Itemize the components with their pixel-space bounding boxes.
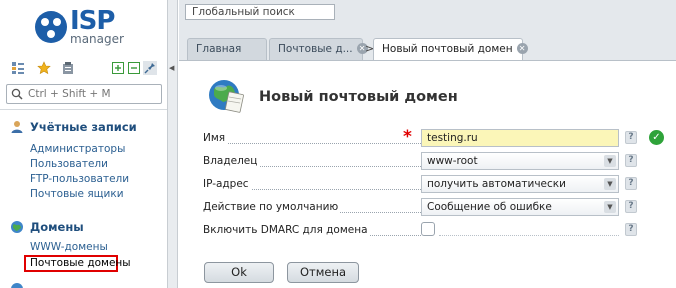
sidebar-collapse-bar[interactable]: ◀ <box>168 0 178 288</box>
help-icon[interactable]: ? <box>625 131 637 144</box>
close-icon[interactable]: ✕ <box>516 42 528 54</box>
form-row-owner: Владелец www-root ▼ ? <box>203 152 673 172</box>
ip-select-value: получить автоматически <box>427 178 566 190</box>
expand-all-icon[interactable] <box>110 60 126 76</box>
clipboard-icon[interactable] <box>60 60 76 76</box>
sidebar-group-title: Домены <box>30 220 84 234</box>
page-title: Новый почтовый домен <box>259 89 458 105</box>
field-label: Включить DMARC для домена <box>203 224 370 236</box>
help-icon[interactable]: ? <box>625 177 637 190</box>
users-icon <box>11 121 23 133</box>
tab-mail-domains[interactable]: Почтовые д... ✕ <box>269 38 368 60</box>
sidebar-group-accounts[interactable]: Учётные записи <box>10 120 137 134</box>
help-icon[interactable]: ? <box>625 154 637 167</box>
isp-manager-logo[interactable]: ISP manager <box>34 6 144 50</box>
tab-home[interactable]: Главная <box>187 38 267 60</box>
sidebar-search[interactable] <box>6 84 162 104</box>
name-input[interactable] <box>421 129 619 147</box>
ok-button[interactable]: Ok <box>204 262 274 283</box>
sidebar-group-domains[interactable]: Домены <box>10 220 84 234</box>
sidebar-toolbar <box>6 60 162 80</box>
cancel-button[interactable]: Отмена <box>287 262 359 283</box>
default-action-select[interactable]: Сообщение об ошибке ▼ <box>421 198 619 216</box>
form-row-default-action: Действие по умолчанию Сообщение об ошибк… <box>203 198 673 218</box>
help-icon[interactable]: ? <box>625 200 637 213</box>
sidebar-item-users[interactable]: Пользователи <box>30 158 108 170</box>
default-action-select-value: Сообщение об ошибке <box>427 201 552 213</box>
sidebar-divider <box>0 109 167 110</box>
main-panel: Новый почтовый домен Имя * ? ✓ Владелец … <box>179 60 676 288</box>
global-search-input[interactable]: Глобальный поиск <box>185 4 335 20</box>
collapse-arrow-icon: ◀ <box>169 64 175 72</box>
chevron-down-icon: ▼ <box>604 178 616 190</box>
checkbox-leader <box>439 235 619 236</box>
owner-select[interactable]: www-root ▼ <box>421 152 619 170</box>
sidebar-item-mailboxes[interactable]: Почтовые ящики <box>30 188 124 200</box>
logo-icon <box>35 11 67 43</box>
globe-icon <box>11 221 23 233</box>
tab-label: Главная <box>196 43 242 55</box>
dmarc-checkbox[interactable] <box>421 222 435 236</box>
label-leader <box>203 143 421 144</box>
sidebar-search-input[interactable] <box>28 88 158 100</box>
sidebar-item-administrators[interactable]: Администраторы <box>30 143 125 155</box>
field-label: Действие по умолчанию <box>203 201 341 213</box>
field-label: IP-адрес <box>203 178 251 190</box>
tab-label: Новый почтовый домен <box>382 43 513 55</box>
field-label: Владелец <box>203 155 260 167</box>
group-icon-partial <box>11 283 23 288</box>
tab-label: Почтовые д... <box>278 43 353 55</box>
ip-select[interactable]: получить автоматически ▼ <box>421 175 619 193</box>
chevron-down-icon: ▼ <box>604 201 616 213</box>
tab-bar: Главная Почтовые д... ✕ > Новый почтовый … <box>179 38 676 61</box>
owner-select-value: www-root <box>427 155 478 167</box>
pin-icon[interactable] <box>142 60 158 76</box>
form-row-ip: IP-адрес получить автоматически ▼ ? <box>203 175 673 195</box>
sidebar-item-mail-domains[interactable]: Почтовые домены <box>24 255 131 272</box>
top-bar: Глобальный поиск Главная Почтовые д... ✕ … <box>179 0 676 61</box>
tree-icon[interactable] <box>10 60 26 76</box>
tab-new-mail-domain[interactable]: Новый почтовый домен ✕ <box>373 38 528 61</box>
sidebar-item-www-domains[interactable]: WWW-домены <box>30 241 108 253</box>
valid-check-icon: ✓ <box>649 130 664 145</box>
logo-product: manager <box>70 32 124 46</box>
chevron-down-icon: ▼ <box>604 155 616 167</box>
form-row-dmarc: Включить DMARC для домена ? <box>203 221 673 241</box>
form-row-name: Имя * ? ✓ <box>203 127 673 149</box>
search-icon <box>11 88 23 100</box>
favorites-star-icon[interactable] <box>36 60 52 76</box>
field-label: Имя <box>203 132 228 144</box>
sidebar: ISP manager Учётные записи Админи <box>0 0 168 288</box>
help-icon[interactable]: ? <box>625 223 637 236</box>
collapse-all-icon[interactable] <box>126 60 142 76</box>
sidebar-item-ftp-users[interactable]: FTP-пользователи <box>30 173 129 185</box>
sidebar-group-title: Учётные записи <box>30 120 137 134</box>
required-marker: * <box>403 127 412 147</box>
mail-domain-globe-icon <box>209 80 244 113</box>
